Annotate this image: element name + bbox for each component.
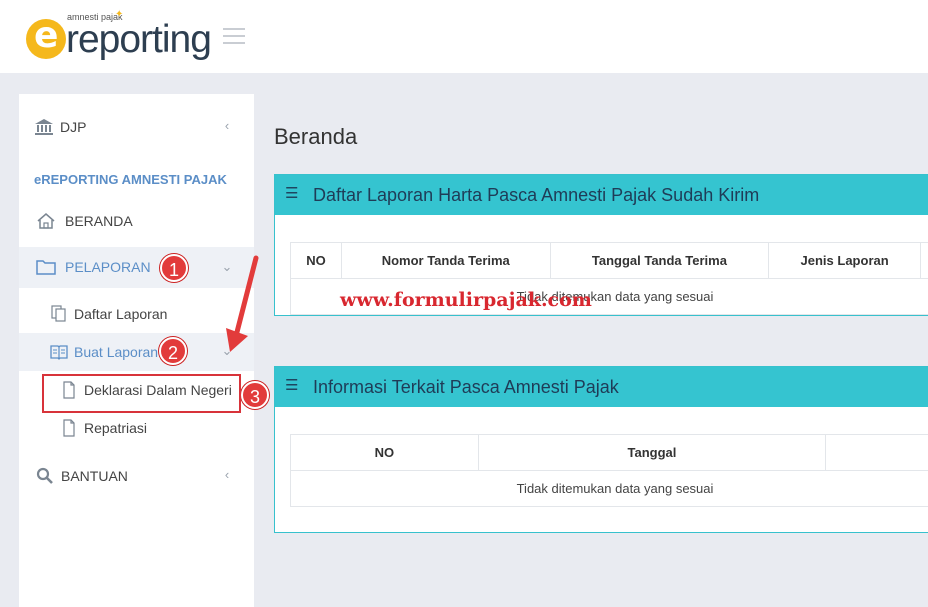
sidebar-user-label: DJP: [60, 119, 87, 135]
page-title: Beranda: [274, 124, 358, 149]
empty-message: Tidak ditemukan data yang sesuai: [290, 470, 928, 507]
sidebar-item-repatriasi[interactable]: Repatriasi: [19, 409, 254, 447]
annotation-highlight-box: [42, 374, 241, 413]
panel-title: Informasi Terkait Pasca Amnesti Pajak: [313, 377, 619, 397]
top-bar: e amnesti pajak ✦ reporting: [0, 0, 928, 73]
file-icon: [59, 419, 79, 437]
sidebar-item-label: BANTUAN: [61, 468, 128, 484]
list-icon: ☰: [285, 185, 299, 202]
table-header-row: NO Nomor Tanda Terima Tanggal Tanda Teri…: [290, 242, 928, 279]
menu-toggle-icon[interactable]: [223, 28, 245, 44]
table-header-row: NO Tanggal: [290, 434, 928, 471]
column-header[interactable]: [825, 434, 928, 471]
column-header[interactable]: NO: [290, 434, 479, 471]
sidebar-item-bantuan[interactable]: BANTUAN ‹: [19, 457, 254, 495]
home-icon: [36, 212, 56, 230]
column-header[interactable]: Nomor Tanda Terima: [340, 242, 551, 279]
column-header[interactable]: [920, 242, 928, 279]
search-icon: [35, 467, 55, 485]
copy-icon: [49, 305, 69, 323]
ereporting-logo[interactable]: e amnesti pajak ✦ reporting: [26, 10, 212, 62]
logo-e-letter: e: [34, 15, 59, 56]
panel-header: ☰ Informasi Terkait Pasca Amnesti Pajak: [275, 367, 928, 407]
list-icon: ☰: [285, 377, 299, 394]
sidebar-section-title: eREPORTING AMNESTI PAJAK: [34, 172, 227, 187]
institution-icon: [34, 118, 54, 136]
logo-wordmark: reporting: [66, 18, 212, 61]
sidebar-item-label: Repatriasi: [84, 420, 148, 436]
panel-informasi: ☰ Informasi Terkait Pasca Amnesti Pajak …: [274, 366, 928, 533]
column-header[interactable]: Jenis Laporan: [768, 242, 921, 279]
sidebar-item-label: BERANDA: [65, 213, 133, 229]
chevron-left-icon: ‹: [224, 467, 230, 482]
sidebar-item-label: PELAPORAN: [65, 259, 151, 275]
panel-header: ☰ Daftar Laporan Harta Pasca Amnesti Paj…: [275, 175, 928, 215]
informasi-table: NO Tanggal Tidak ditemukan data yang ses…: [290, 434, 928, 507]
sidebar-item-label: Buat Laporan: [74, 344, 159, 360]
chevron-left-icon: ‹: [224, 118, 230, 133]
annotation-badge-2: 2: [159, 337, 187, 365]
panel-title: Daftar Laporan Harta Pasca Amnesti Pajak…: [313, 185, 760, 205]
column-header[interactable]: Tanggal Tanda Terima: [549, 242, 770, 279]
sidebar-item-beranda[interactable]: BERANDA: [19, 202, 254, 240]
sidebar-user-djp[interactable]: DJP ‹: [19, 108, 254, 146]
annotation-badge-1: 1: [160, 254, 188, 282]
annotation-badge-3: 3: [241, 381, 269, 409]
folder-icon: [36, 258, 56, 276]
book-icon: [49, 343, 69, 361]
sidebar-item-label: Daftar Laporan: [74, 306, 168, 322]
annotation-arrow-icon: [226, 255, 259, 352]
column-header[interactable]: Tanggal: [477, 434, 827, 471]
column-header[interactable]: NO: [290, 242, 342, 279]
table-row: Tidak ditemukan data yang sesuai: [290, 470, 928, 507]
watermark-text: www.formulirpajak.com: [340, 289, 592, 311]
